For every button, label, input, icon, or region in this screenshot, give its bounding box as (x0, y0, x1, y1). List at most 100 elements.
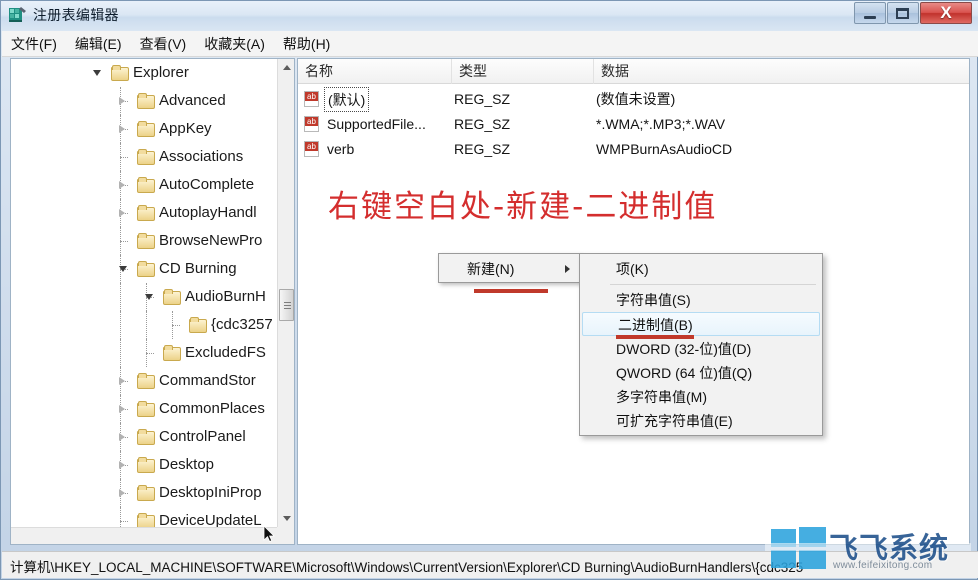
menu-bar: 文件(F) 编辑(E) 查看(V) 收藏夹(A) 帮助(H) (2, 31, 978, 57)
title-bar[interactable]: 注册表编辑器 X (1, 1, 978, 31)
tree-item-label: Desktop (159, 451, 214, 479)
close-icon: X (921, 3, 971, 23)
tree-guide-line (120, 283, 121, 311)
column-header-data[interactable]: 数据 (594, 59, 969, 84)
tree-horizontal-scrollbar[interactable] (11, 527, 277, 544)
watermark: 飞飞系统 www.feifeixitong.com (771, 521, 971, 576)
folder-icon (163, 289, 180, 303)
folder-icon (137, 149, 154, 163)
tree-guide-stub (120, 521, 128, 522)
folder-icon (137, 373, 154, 387)
tree-scroll-thumb[interactable] (279, 289, 294, 321)
submenu-item-qword-value[interactable]: QWORD (64 位)值(Q) (581, 361, 821, 385)
tree-guide-line (120, 507, 121, 527)
tree-guide-stub (120, 157, 128, 158)
value-name: SupportedFile... (327, 112, 426, 137)
context-submenu-new-types[interactable]: 项(K) 字符串值(S) 二进制值(B) DWORD (32-位)值(D) QW… (579, 253, 823, 436)
tree-guide-line (146, 311, 147, 339)
folder-icon (137, 401, 154, 415)
value-data: *.WMA;*.MP3;*.WAV (596, 112, 725, 137)
close-button[interactable]: X (920, 2, 972, 24)
folder-icon (137, 513, 154, 527)
column-header-name[interactable]: 名称 (298, 59, 452, 84)
submenu-item-dword-value[interactable]: DWORD (32-位)值(D) (581, 337, 821, 361)
window-title: 注册表编辑器 (33, 5, 119, 25)
context-menu-item-new[interactable]: 新建(N) (467, 254, 514, 284)
expand-triangle-icon[interactable] (119, 489, 125, 497)
expand-triangle-icon[interactable] (119, 125, 125, 133)
table-row[interactable]: ab verb REG_SZ WMPBurnAsAudioCD (298, 137, 969, 162)
table-row[interactable]: ab SupportedFile... REG_SZ *.WMA;*.MP3;*… (298, 112, 969, 137)
expand-triangle-icon[interactable] (119, 97, 125, 105)
mouse-cursor-icon (263, 526, 275, 542)
submenu-item-expandable-string-value[interactable]: 可扩充字符串值(E) (581, 409, 821, 433)
expand-triangle-icon[interactable] (119, 209, 125, 217)
scroll-down-button[interactable] (278, 510, 295, 527)
value-type: REG_SZ (454, 87, 510, 112)
tree-item-label: CD Burning (159, 255, 237, 283)
scroll-up-button[interactable] (278, 59, 295, 76)
menu-edit[interactable]: 编辑(E) (66, 31, 131, 57)
tree-item-label: {cdc3257 (211, 311, 273, 339)
folder-icon (137, 93, 154, 107)
table-row[interactable]: ab (默认) REG_SZ (数值未设置) (298, 87, 969, 112)
folder-icon (137, 429, 154, 443)
collapse-triangle-icon[interactable] (93, 70, 101, 76)
expand-triangle-icon[interactable] (119, 405, 125, 413)
chevron-down-icon (283, 516, 291, 521)
expand-triangle-icon[interactable] (119, 377, 125, 385)
tree-guide-stub (120, 241, 128, 242)
menu-help[interactable]: 帮助(H) (274, 31, 339, 57)
submenu-item-key[interactable]: 项(K) (581, 257, 821, 281)
folder-icon (137, 485, 154, 499)
string-value-icon: ab (304, 116, 319, 132)
value-data: WMPBurnAsAudioCD (596, 137, 732, 162)
maximize-button[interactable] (887, 2, 919, 24)
scrollbar-corner (277, 527, 294, 544)
tree-item-label: CommandStor (159, 367, 256, 395)
context-menu-new[interactable]: 新建(N) (438, 253, 581, 283)
tree-vertical-scrollbar[interactable] (277, 59, 294, 527)
tree-item-label: AutoComplete (159, 171, 254, 199)
folder-icon (137, 261, 154, 275)
list-column-headers: 名称 类型 数据 (298, 59, 969, 84)
submenu-item-multi-string-value[interactable]: 多字符串值(M) (581, 385, 821, 409)
menu-view[interactable]: 查看(V) (131, 31, 196, 57)
tree-guide-line (120, 311, 121, 339)
expand-triangle-icon[interactable] (119, 461, 125, 469)
registry-tree-pane[interactable]: ExplorerAdvancedAppKeyAssociationsAutoCo… (10, 58, 295, 545)
tree-item-label: Explorer (133, 59, 189, 87)
string-value-icon: ab (304, 91, 319, 107)
tree-guide-stub (146, 353, 154, 354)
tree-item-label: BrowseNewPro (159, 227, 262, 255)
folder-icon (137, 457, 154, 471)
submenu-item-string-value[interactable]: 字符串值(S) (581, 288, 821, 312)
expand-triangle-icon[interactable] (119, 181, 125, 189)
tree-item-label: ControlPanel (159, 423, 246, 451)
menu-favorites[interactable]: 收藏夹(A) (195, 31, 274, 57)
tree-item-label: CommonPlaces (159, 395, 265, 423)
submenu-separator (610, 284, 816, 285)
column-header-type[interactable]: 类型 (452, 59, 594, 84)
value-data: (数值未设置) (596, 87, 675, 112)
minimize-icon (864, 16, 876, 19)
folder-icon (163, 345, 180, 359)
string-value-icon: ab (304, 141, 319, 157)
tree-scroll-area: ExplorerAdvancedAppKeyAssociationsAutoCo… (11, 59, 277, 527)
minimize-button[interactable] (854, 2, 886, 24)
submenu-arrow-icon (565, 265, 570, 273)
value-name: verb (327, 137, 354, 162)
tree-guide-stub (172, 325, 180, 326)
expand-triangle-icon[interactable] (119, 433, 125, 441)
tree-item-label: Associations (159, 143, 243, 171)
folder-icon (137, 233, 154, 247)
folder-icon (137, 121, 154, 135)
maximize-icon (896, 8, 909, 19)
instruction-annotation: 右键空白处-新建-二进制值 (328, 181, 717, 226)
menu-file[interactable]: 文件(F) (2, 31, 66, 57)
value-type: REG_SZ (454, 112, 510, 137)
folder-icon (137, 205, 154, 219)
submenu-item-binary-value[interactable]: 二进制值(B) (582, 312, 820, 336)
collapse-triangle-icon[interactable] (119, 266, 127, 272)
collapse-triangle-icon[interactable] (145, 294, 153, 300)
